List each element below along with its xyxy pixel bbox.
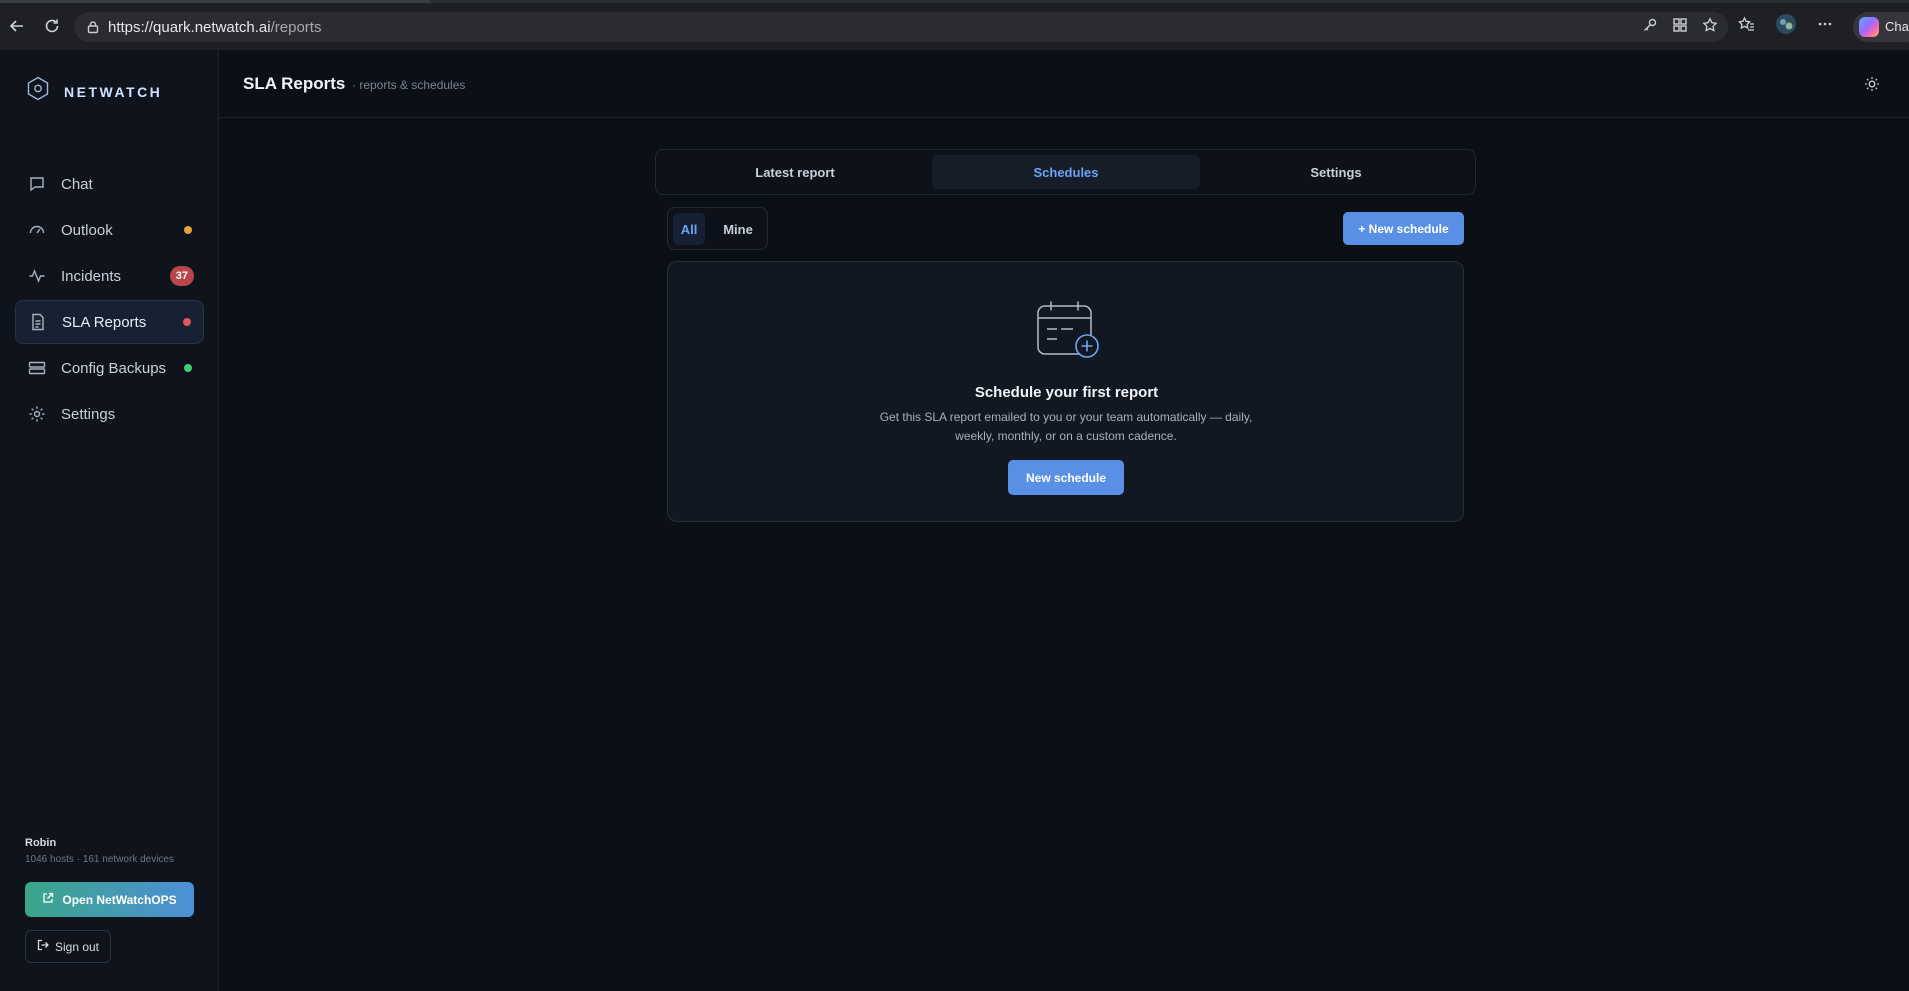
sidebar-item-settings[interactable]: Settings (15, 392, 204, 436)
brand-name: NETWATCH (64, 83, 163, 100)
gear-icon (27, 404, 47, 424)
sidebar-nav: Chat Outlook Incidents 37 SLA Reports Co… (15, 162, 204, 438)
address-bar[interactable]: https://quark.netwatch.ai/reports (74, 12, 1728, 42)
extension-icon[interactable] (1672, 17, 1688, 38)
open-netwatchops-button[interactable]: Open NetWatchOPS (25, 882, 194, 917)
server-icon (27, 358, 47, 378)
sign-out-label: Sign out (54, 939, 100, 954)
page-subtitle: · reports & schedules (352, 78, 466, 92)
status-dot-red (183, 318, 191, 326)
theme-toggle-button[interactable] (1862, 74, 1882, 94)
sidebar-item-sla-reports[interactable]: SLA Reports (15, 300, 204, 344)
empty-state-new-schedule-button[interactable]: New schedule (1008, 460, 1124, 495)
copilot-chat-button[interactable]: Chat (1853, 11, 1909, 42)
user-host-summary: 1046 hosts · 161 network devices (25, 854, 174, 865)
schedule-filter: All Mine (667, 207, 768, 250)
sidebar-item-label: Incidents (61, 267, 122, 285)
user-info: Robin 1046 hosts · 161 network devices (25, 837, 205, 865)
key-icon[interactable] (1642, 17, 1658, 38)
copilot-chat-label: Chat (1885, 19, 1909, 34)
app-shell: NETWATCH Chat Outlook Incidents 37 SLA R… (0, 50, 1909, 991)
new-schedule-button[interactable]: + New schedule (1343, 212, 1464, 245)
filter-all[interactable]: All (673, 213, 705, 245)
external-link-icon (42, 892, 54, 907)
sign-out-button[interactable]: Sign out (25, 930, 111, 963)
url-path: /reports (270, 18, 322, 36)
profile-avatar-icon[interactable] (1775, 13, 1797, 40)
status-dot-amber (184, 226, 192, 234)
open-netwatchops-label: Open NetWatchOPS (62, 892, 177, 907)
sun-icon (1864, 76, 1880, 92)
lock-icon (86, 20, 100, 34)
report-tabs: Latest report Schedules Settings (655, 149, 1476, 195)
tab-schedules[interactable]: Schedules (932, 155, 1200, 189)
sidebar-item-label: Settings (61, 405, 116, 423)
refresh-icon[interactable] (38, 12, 66, 40)
brand[interactable]: NETWATCH (26, 76, 162, 107)
activity-icon (27, 266, 47, 286)
page-title: SLA Reports (243, 74, 346, 93)
sidebar-item-config-backups[interactable]: Config Backups (15, 346, 204, 390)
sidebar-item-label: Config Backups (61, 359, 167, 377)
empty-state-title: Schedule your first report (974, 384, 1159, 401)
sidebar-item-label: SLA Reports (62, 313, 147, 331)
browser-actions: Chat (1737, 3, 1909, 50)
more-menu-icon[interactable] (1817, 16, 1833, 37)
status-dot-green (184, 364, 192, 372)
calendar-add-icon (1035, 300, 1101, 360)
sidebar-item-chat[interactable]: Chat (15, 162, 204, 206)
sidebar-item-outlook[interactable]: Outlook (15, 208, 204, 252)
gauge-icon (27, 220, 47, 240)
url-host: https://quark.netwatch.ai (108, 18, 271, 36)
favorites-icon[interactable] (1737, 16, 1755, 38)
copilot-icon (1859, 16, 1879, 37)
tab-settings[interactable]: Settings (1202, 155, 1470, 189)
filter-mine[interactable]: Mine (715, 213, 761, 245)
empty-state-card: Schedule your first report Get this SLA … (667, 261, 1464, 522)
back-arrow-icon[interactable] (3, 12, 31, 40)
page-header: SLA Reports · reports & schedules (219, 50, 1909, 118)
sidebar: NETWATCH Chat Outlook Incidents 37 SLA R… (0, 50, 219, 991)
tab-latest-report[interactable]: Latest report (661, 155, 929, 189)
document-icon (28, 312, 48, 332)
chat-icon (27, 174, 47, 194)
main-content: SLA Reports · reports & schedules Latest… (219, 50, 1909, 991)
star-icon[interactable] (1702, 16, 1718, 38)
hexagon-logo-icon (26, 76, 50, 107)
user-name: Robin (25, 837, 57, 849)
sidebar-item-label: Chat (61, 175, 93, 193)
incidents-count-badge: 37 (169, 266, 194, 286)
empty-state-description: Get this SLA report emailed to you or yo… (879, 410, 1253, 443)
sidebar-item-incidents[interactable]: Incidents 37 (15, 254, 204, 298)
browser-toolbar: https://quark.netwatch.ai/reports (0, 3, 1909, 50)
sign-out-icon (37, 939, 49, 954)
sidebar-item-label: Outlook (61, 221, 113, 239)
